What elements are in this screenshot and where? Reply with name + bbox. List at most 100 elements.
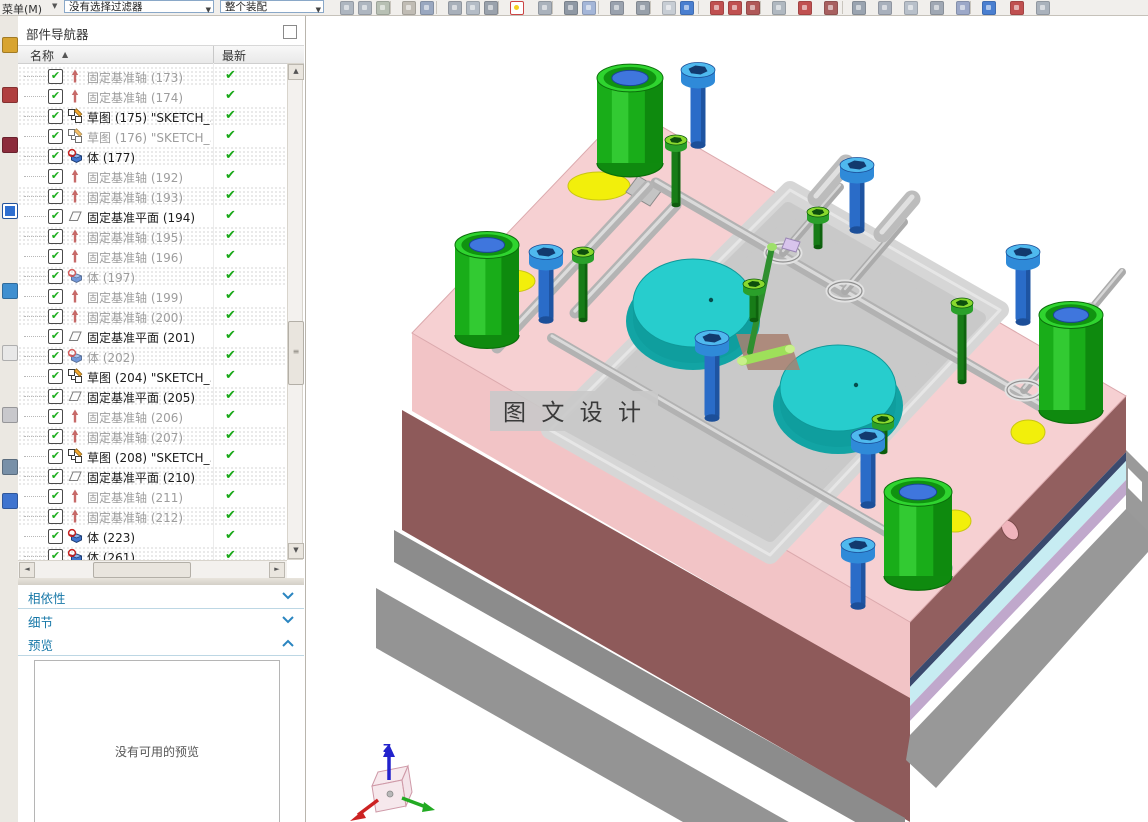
toolbar-icon[interactable]: [852, 1, 866, 15]
column-latest[interactable]: 最新: [222, 47, 246, 64]
command-finder-icon[interactable]: [510, 1, 524, 15]
tree-row[interactable]: ✔ 草图 (208) "SKETCH_... ✔: [18, 446, 286, 466]
feature-checkbox[interactable]: ✔: [48, 469, 63, 484]
tree-row[interactable]: ✔ 固定基准轴 (206) ✔: [18, 406, 286, 426]
reuse-library-tab[interactable]: [2, 345, 18, 361]
feature-checkbox[interactable]: ✔: [48, 489, 63, 504]
tree-row[interactable]: ✔ 体 (177) ✔: [18, 146, 286, 166]
feature-checkbox[interactable]: ✔: [48, 449, 63, 464]
toolbar-icon[interactable]: [610, 1, 624, 15]
vertical-scroll-thumb[interactable]: ≡: [288, 321, 304, 385]
feature-checkbox[interactable]: ✔: [48, 89, 63, 104]
scroll-up-arrow[interactable]: ▲: [288, 64, 304, 80]
feature-checkbox[interactable]: ✔: [48, 389, 63, 404]
feature-checkbox[interactable]: ✔: [48, 189, 63, 204]
feature-checkbox[interactable]: ✔: [48, 109, 63, 124]
tree-row[interactable]: ✔ 固定基准轴 (207) ✔: [18, 426, 286, 446]
feature-checkbox[interactable]: ✔: [48, 169, 63, 184]
toolbar-icon[interactable]: [582, 1, 596, 15]
tree-row[interactable]: ✔ 固定基准轴 (193) ✔: [18, 186, 286, 206]
toolbar-icon[interactable]: [904, 1, 918, 15]
web-browser-tab[interactable]: [2, 283, 18, 299]
toolbar-icon[interactable]: [982, 1, 996, 15]
toolbar-icon[interactable]: [484, 1, 498, 15]
feature-checkbox[interactable]: ✔: [48, 269, 63, 284]
feature-checkbox[interactable]: ✔: [48, 249, 63, 264]
section-dependencies[interactable]: 相依性: [18, 585, 304, 609]
tree-row[interactable]: ✔ 固定基准平面 (201) ✔: [18, 326, 286, 346]
tree-horizontal-scrollbar[interactable]: ◄ ►: [18, 560, 287, 578]
column-name[interactable]: 名称: [30, 47, 54, 64]
tree-row[interactable]: ✔ 固定基准轴 (211) ✔: [18, 486, 286, 506]
selection-scope-dropdown[interactable]: 整个装配 ▼: [220, 0, 324, 14]
toolbar-icon[interactable]: [1010, 1, 1024, 15]
toolbar-icon[interactable]: [538, 1, 552, 15]
tree-row[interactable]: ✔ 草图 (204) "SKETCH_... ✔: [18, 366, 286, 386]
constraint-navigator-tab[interactable]: [2, 87, 18, 103]
feature-checkbox[interactable]: ✔: [48, 229, 63, 244]
feature-checkbox[interactable]: ✔: [48, 309, 63, 324]
feature-checkbox[interactable]: ✔: [48, 209, 63, 224]
tree-row[interactable]: ✔ 固定基准轴 (173) ✔: [18, 66, 286, 86]
toolbar-icon[interactable]: [746, 1, 760, 15]
toolbar-icon[interactable]: [358, 1, 372, 15]
feature-checkbox[interactable]: ✔: [48, 509, 63, 524]
horizontal-scroll-thumb[interactable]: [93, 562, 191, 578]
toolbar-icon[interactable]: [930, 1, 944, 15]
toolbar-icon[interactable]: [710, 1, 724, 15]
feature-checkbox[interactable]: ✔: [48, 409, 63, 424]
tree-row[interactable]: ✔ 草图 (176) "SKETCH_... ✔: [18, 126, 286, 146]
toolbar-icon[interactable]: [680, 1, 694, 15]
toolbar-icon[interactable]: [376, 1, 390, 15]
tree-row[interactable]: ✔ 固定基准轴 (199) ✔: [18, 286, 286, 306]
feature-checkbox[interactable]: ✔: [48, 369, 63, 384]
toolbar-icon[interactable]: [728, 1, 742, 15]
sort-ascending-icon[interactable]: ▲: [62, 50, 68, 59]
tree-row[interactable]: ✔ 固定基准轴 (196) ✔: [18, 246, 286, 266]
tree-row[interactable]: ✔ 固定基准平面 (205) ✔: [18, 386, 286, 406]
tree-row[interactable]: ✔ 固定基准轴 (200) ✔: [18, 306, 286, 326]
palettes-tab[interactable]: [2, 493, 18, 509]
tree-row[interactable]: ✔ 草图 (175) "SKETCH_... ✔: [18, 106, 286, 126]
part-navigator-tab[interactable]: [2, 203, 18, 219]
toolbar-icon[interactable]: [466, 1, 480, 15]
tree-row[interactable]: ✔ 固定基准轴 (192) ✔: [18, 166, 286, 186]
section-preview[interactable]: 预览: [18, 632, 304, 656]
feature-checkbox[interactable]: ✔: [48, 149, 63, 164]
toolbar-icon[interactable]: [798, 1, 812, 15]
toolbar-icon[interactable]: [662, 1, 676, 15]
process-studio-tab[interactable]: [2, 407, 18, 423]
tree-row[interactable]: ✔ 固定基准平面 (210) ✔: [18, 466, 286, 486]
toolbar-icon[interactable]: [878, 1, 892, 15]
tree-row[interactable]: ✔ 固定基准轴 (195) ✔: [18, 226, 286, 246]
tree-row[interactable]: ✔ 固定基准平面 (194) ✔: [18, 206, 286, 226]
tree-row[interactable]: ✔ 固定基准轴 (212) ✔: [18, 506, 286, 526]
assembly-navigator-tab[interactable]: [2, 37, 18, 53]
feature-checkbox[interactable]: ✔: [48, 429, 63, 444]
tree-row[interactable]: ✔ 体 (197) ✔: [18, 266, 286, 286]
toolbar-icon[interactable]: [420, 1, 434, 15]
toolbar-icon[interactable]: [636, 1, 650, 15]
toolbar-icon[interactable]: [564, 1, 578, 15]
toolbar-icon[interactable]: [402, 1, 416, 15]
toolbar-icon[interactable]: [772, 1, 786, 15]
toolbar-icon[interactable]: [956, 1, 970, 15]
scroll-left-arrow[interactable]: ◄: [19, 562, 35, 578]
feature-checkbox[interactable]: ✔: [48, 549, 63, 560]
history-tab[interactable]: [2, 137, 18, 153]
tree-vertical-scrollbar[interactable]: ▲ ≡ ▼: [287, 63, 304, 560]
column-divider[interactable]: [213, 46, 214, 63]
menu-button[interactable]: 菜单(M): [2, 1, 42, 15]
tree-row[interactable]: ✔ 固定基准轴 (174) ✔: [18, 86, 286, 106]
section-details[interactable]: 细节: [18, 609, 304, 633]
tree-row[interactable]: ✔ 体 (223) ✔: [18, 526, 286, 546]
panel-splitter[interactable]: [18, 578, 304, 585]
roles-tab[interactable]: [2, 459, 18, 475]
scroll-right-arrow[interactable]: ►: [269, 562, 285, 578]
feature-checkbox[interactable]: ✔: [48, 289, 63, 304]
selection-filter-dropdown[interactable]: 没有选择过滤器 ▼: [64, 0, 214, 14]
toolbar-icon[interactable]: [824, 1, 838, 15]
feature-checkbox[interactable]: ✔: [48, 529, 63, 544]
feature-checkbox[interactable]: ✔: [48, 129, 63, 144]
scroll-down-arrow[interactable]: ▼: [288, 543, 304, 559]
